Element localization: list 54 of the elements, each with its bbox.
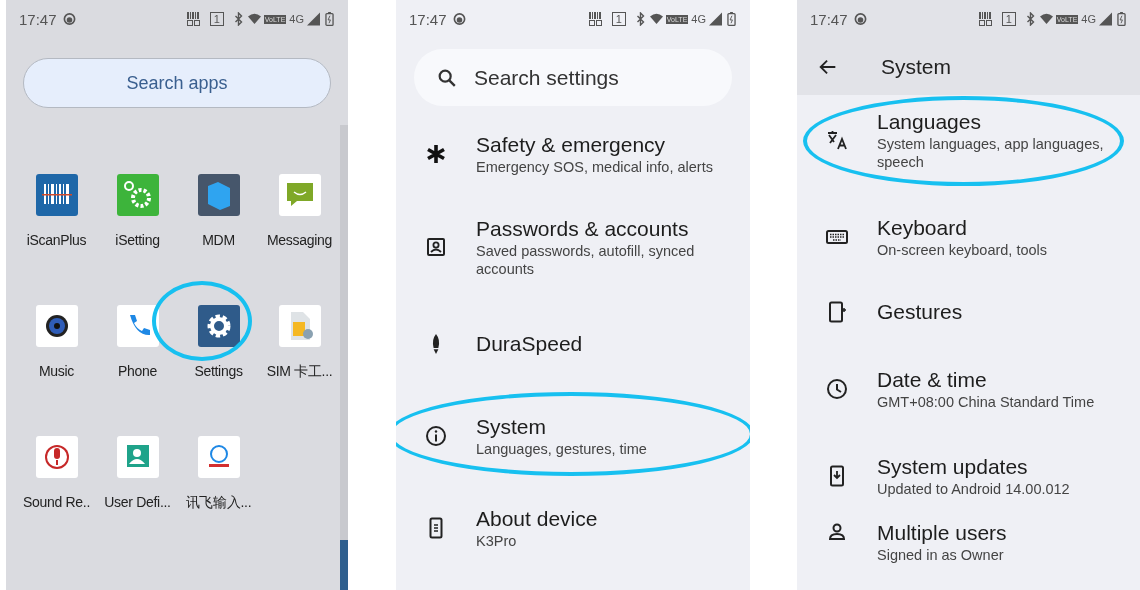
app-label: SIM 卡工...	[266, 363, 333, 381]
search-field[interactable]: Search apps	[23, 58, 331, 108]
asterisk-icon	[424, 142, 448, 166]
wifi-icon	[649, 12, 663, 26]
notification-icon	[62, 12, 76, 26]
app-icon[interactable]	[197, 305, 240, 347]
settings-item[interactable]: System updates Updated to Android 14.00.012	[797, 438, 1140, 514]
network-type: 4G	[691, 13, 706, 25]
signal-icon	[709, 12, 722, 26]
battery-icon	[725, 12, 738, 26]
app-label: User Defi...	[104, 494, 171, 510]
status-time: 17:47	[19, 10, 57, 28]
settings-item[interactable]: Languages System languages, app languages, speech	[797, 90, 1140, 190]
app-label: Settings	[194, 363, 243, 379]
account-card-icon	[424, 235, 448, 259]
clock-icon	[825, 377, 849, 401]
sim-slot-badge: 1	[611, 12, 626, 26]
battery-icon	[323, 12, 336, 26]
scroll-thumb[interactable]	[340, 540, 348, 590]
app-label: Sound Re..	[22, 494, 91, 510]
status-time: 17:47	[409, 10, 447, 28]
app-label: Messaging	[267, 232, 332, 248]
settings-item[interactable]: Passwords & accounts Saved passwords, autofill, synced accounts	[396, 196, 750, 298]
app-label: Music	[38, 363, 75, 379]
app-label: MDM	[202, 232, 235, 248]
signal-icon	[1099, 12, 1112, 26]
settings-item[interactable]: Multiple users Signed in as Owner	[797, 514, 1140, 578]
app-label: iScanPlus	[26, 232, 87, 248]
settings-item[interactable]: System Languages, gestures, time	[396, 390, 750, 482]
wifi-icon	[247, 12, 261, 26]
notification-icon	[452, 12, 466, 26]
settings-item[interactable]: Safety & emergency Emergency SOS, medical info, alerts	[396, 112, 750, 196]
settings-item[interactable]: Date & time GMT+08:00 China Standard Time	[797, 340, 1140, 438]
sim-slot-badge: 1	[209, 12, 224, 26]
settings-item[interactable]: Gestures	[797, 284, 1140, 340]
sim-slot-badge: 1	[1001, 12, 1016, 26]
search-field[interactable]: Search settings	[414, 49, 732, 106]
signal-icon	[307, 12, 320, 26]
settings-item[interactable]: DuraSpeed	[396, 298, 750, 390]
settings-item[interactable]: About device K3Pro	[396, 482, 750, 574]
notification-icon	[853, 12, 867, 26]
network-type: 4G	[1081, 13, 1096, 25]
network-type: 4G	[289, 13, 304, 25]
status-time: 17:47	[810, 10, 848, 28]
info-icon	[424, 424, 448, 448]
app-label: 讯飞输入...	[185, 494, 252, 512]
settings-item[interactable]: Keyboard On-screen keyboard, tools	[797, 190, 1140, 284]
translate-icon	[825, 128, 849, 152]
wifi-icon	[1039, 12, 1053, 26]
battery-icon	[1115, 12, 1128, 26]
app-label: iSetting	[115, 232, 160, 248]
page-title: System	[881, 54, 951, 79]
app-label: Phone	[118, 363, 157, 379]
app-icon[interactable]	[35, 305, 78, 347]
